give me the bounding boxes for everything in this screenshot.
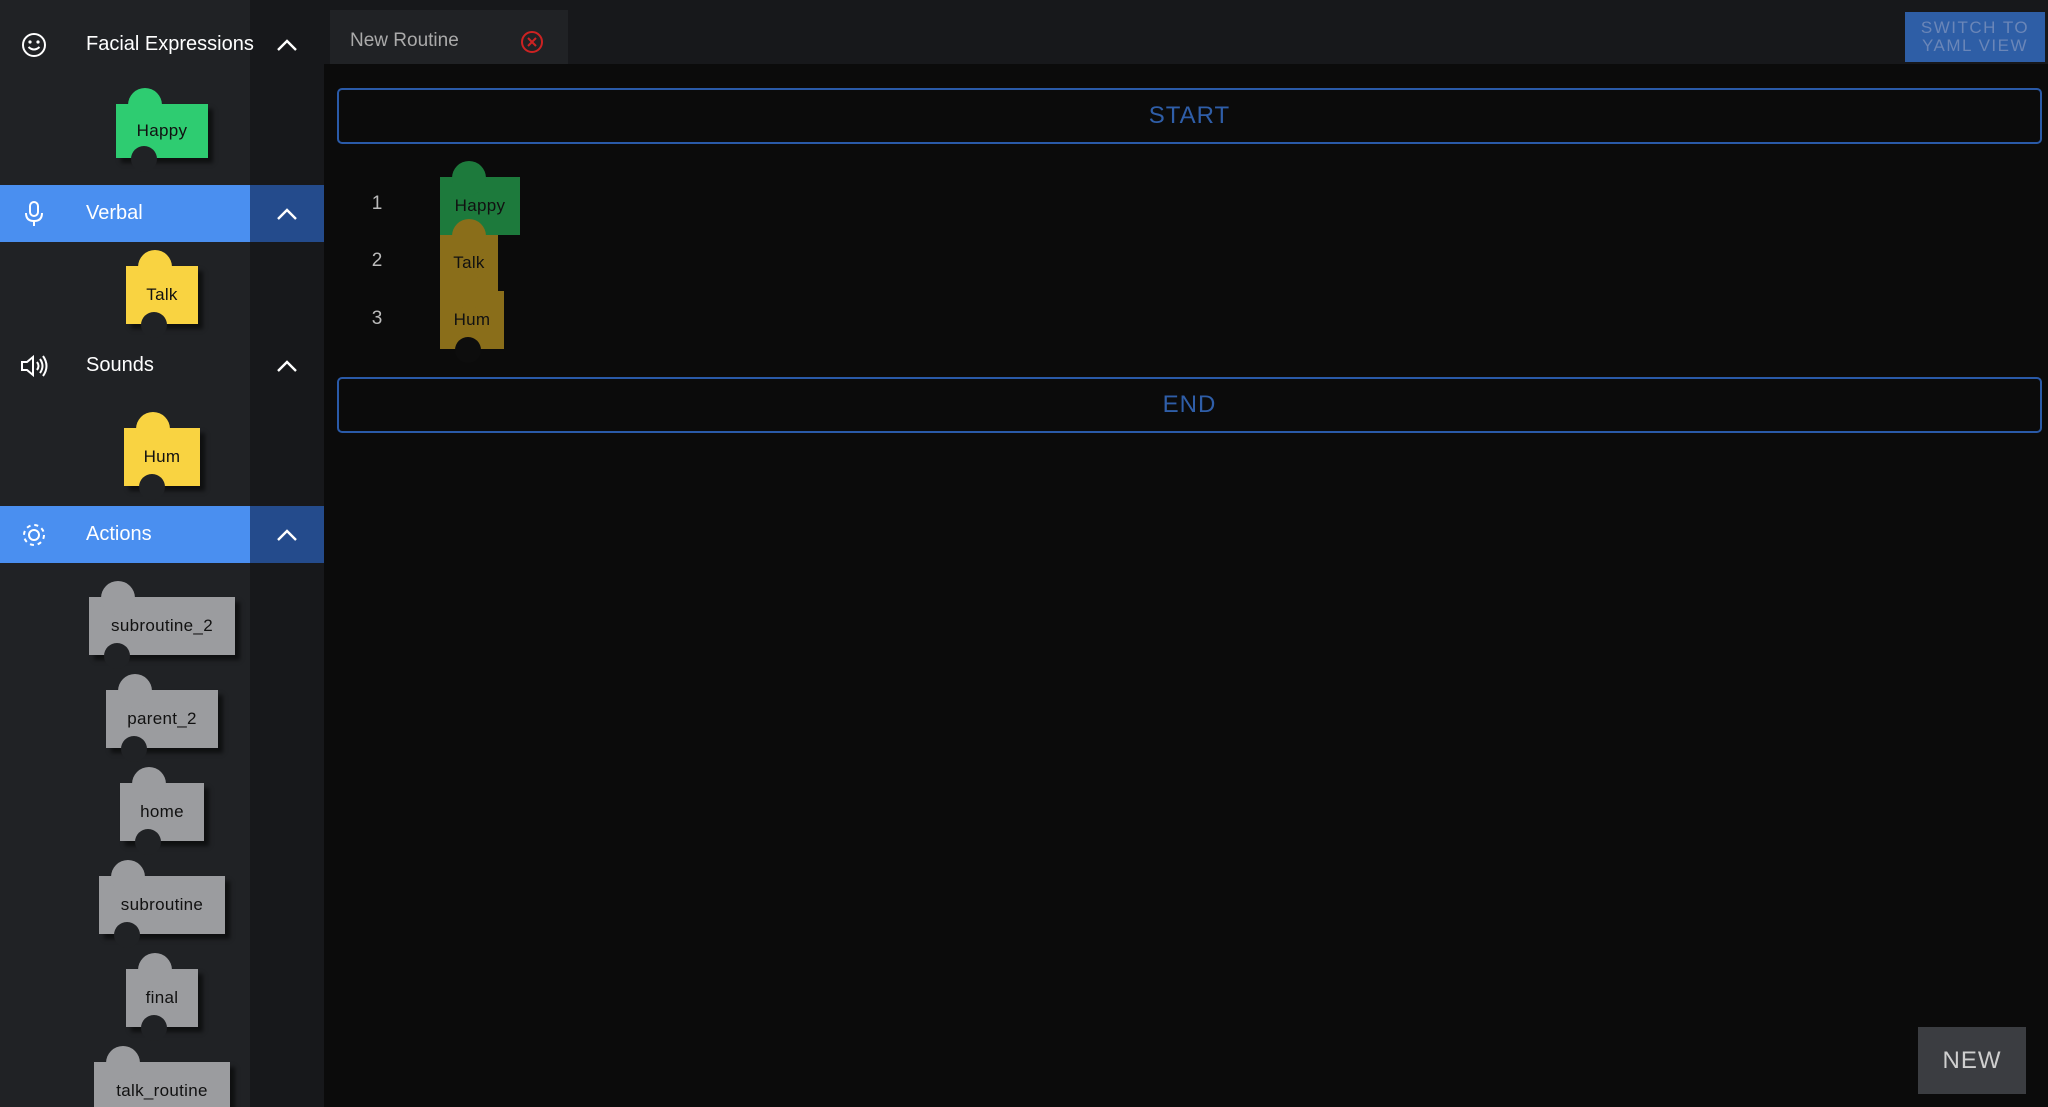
tab-title: New Routine bbox=[350, 30, 459, 51]
block-label: subroutine bbox=[120, 895, 204, 914]
end-label: END bbox=[1162, 391, 1217, 418]
chevron-up-icon[interactable] bbox=[250, 16, 324, 73]
block-label: final bbox=[145, 988, 179, 1007]
block-subroutine[interactable]: subroutine bbox=[99, 860, 225, 948]
block-palette-sidebar: Facial Expressions Happy Verbal Talk Sou… bbox=[0, 0, 324, 1107]
routine-step-hum[interactable]: Hum bbox=[440, 275, 504, 363]
gear-icon bbox=[18, 521, 50, 549]
block-label: Talk bbox=[146, 285, 178, 304]
speaker-icon bbox=[18, 352, 50, 380]
category-verbal[interactable]: Verbal bbox=[0, 185, 324, 242]
new-button-label: NEW bbox=[1942, 1047, 2002, 1074]
block-label: talk_routine bbox=[116, 1081, 208, 1100]
smiley-icon bbox=[18, 31, 50, 59]
block-label: Hum bbox=[143, 447, 181, 466]
line-number: 1 bbox=[371, 193, 383, 214]
block-talk[interactable]: Talk bbox=[126, 250, 198, 338]
tab-bar bbox=[324, 0, 2048, 64]
block-final[interactable]: final bbox=[126, 953, 198, 1041]
start-label: START bbox=[1148, 102, 1231, 129]
step-label: Talk bbox=[453, 253, 485, 272]
chevron-up-icon[interactable] bbox=[250, 506, 324, 563]
block-label: subroutine_2 bbox=[111, 616, 213, 635]
block-hum[interactable]: Hum bbox=[124, 412, 200, 500]
category-actions[interactable]: Actions bbox=[0, 506, 324, 563]
start-block: START bbox=[337, 88, 2042, 144]
close-icon[interactable] bbox=[520, 30, 544, 54]
category-label: Verbal bbox=[86, 202, 143, 224]
line-number: 3 bbox=[371, 308, 383, 329]
block-label: Happy bbox=[136, 121, 188, 140]
step-label: Happy bbox=[454, 196, 506, 215]
step-label: Hum bbox=[453, 310, 491, 329]
new-button[interactable]: NEW bbox=[1918, 1027, 2026, 1094]
end-block: END bbox=[337, 377, 2042, 433]
chevron-up-icon[interactable] bbox=[250, 185, 324, 242]
block-happy[interactable]: Happy bbox=[116, 88, 208, 172]
switch-to-yaml-button[interactable]: SWITCH TO YAML VIEW bbox=[1905, 12, 2045, 62]
category-sounds[interactable]: Sounds bbox=[0, 337, 324, 394]
category-label: Facial Expressions bbox=[86, 33, 254, 55]
chevron-up-icon[interactable] bbox=[250, 337, 324, 394]
category-label: Actions bbox=[86, 523, 152, 545]
category-facial-expressions[interactable]: Facial Expressions bbox=[0, 16, 324, 73]
block-home[interactable]: home bbox=[120, 767, 204, 855]
microphone-icon bbox=[18, 200, 50, 228]
yaml-button-label-2: YAML VIEW bbox=[1921, 36, 2029, 55]
block-label: parent_2 bbox=[127, 709, 197, 728]
block-subroutine-2[interactable]: subroutine_2 bbox=[89, 581, 235, 669]
block-label: home bbox=[140, 802, 184, 821]
category-label: Sounds bbox=[86, 354, 154, 376]
yaml-button-label-1: SWITCH TO bbox=[1920, 18, 2030, 37]
block-talk-routine[interactable]: talk_routine bbox=[94, 1046, 230, 1107]
line-number: 2 bbox=[371, 250, 383, 271]
block-parent-2[interactable]: parent_2 bbox=[106, 674, 218, 762]
tab-new-routine[interactable]: New Routine bbox=[330, 10, 568, 64]
